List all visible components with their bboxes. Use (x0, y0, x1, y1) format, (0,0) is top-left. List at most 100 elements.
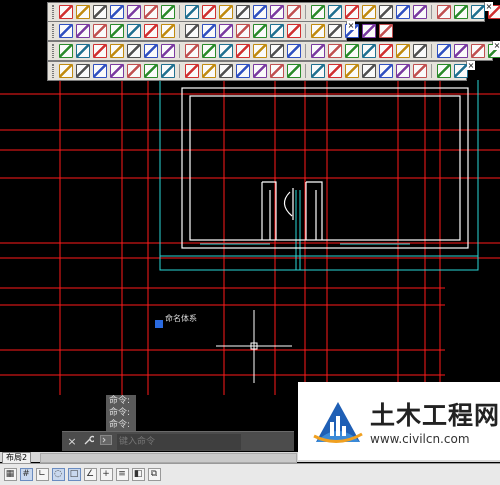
toolbar-close-button[interactable]: × (467, 61, 475, 70)
toolbar-tool-icon[interactable] (143, 64, 158, 78)
toolbar-tool-icon[interactable] (109, 64, 124, 78)
toolbar-tool-icon[interactable] (269, 5, 284, 19)
command-input[interactable] (117, 433, 241, 450)
ortho-icon[interactable]: ∟ (35, 468, 49, 481)
toolbar-tool-icon[interactable] (184, 5, 199, 19)
toolbar-tool-icon[interactable] (412, 44, 427, 58)
toolbar-tool-icon[interactable] (453, 64, 468, 78)
toolbar-tool-icon[interactable] (395, 44, 410, 58)
toolbar-tool-icon[interactable] (252, 64, 267, 78)
toolbar-tool-icon[interactable] (327, 64, 342, 78)
horizontal-scrollbar[interactable] (40, 453, 297, 463)
polar-icon[interactable]: ◌ (51, 468, 65, 481)
toolbar-tool-icon[interactable] (344, 44, 359, 58)
wrench-icon[interactable] (82, 435, 96, 448)
toolbar-tool-icon[interactable] (361, 64, 376, 78)
toolbar-tool-icon[interactable] (92, 24, 107, 38)
toolbar-tool-icon[interactable] (201, 64, 216, 78)
toolbar-tool-icon[interactable] (58, 44, 73, 58)
toolbar-tool-icon[interactable] (310, 24, 325, 38)
toolbar-tool-icon[interactable] (310, 64, 325, 78)
toolbar-tool-icon[interactable] (412, 5, 427, 19)
toolbar-tool-icon[interactable] (453, 44, 468, 58)
toolbar-tool-icon[interactable] (160, 44, 175, 58)
toolbar-close-button[interactable]: × (485, 2, 493, 11)
toolbar-tool-icon[interactable] (436, 5, 451, 19)
toolbar-tool-icon[interactable] (143, 44, 158, 58)
toolbar-tool-icon[interactable] (252, 24, 267, 38)
toolbar-tool-icon[interactable] (269, 64, 284, 78)
toolbar-tool-icon[interactable] (143, 24, 158, 38)
toolbar-tool-icon[interactable] (58, 24, 73, 38)
drawing-canvas[interactable]: 命名体系 × × × × 命令: 命令: 命令: × 布局2 ▦#∟◌□ (0, 0, 500, 485)
toolbar-tool-icon[interactable] (126, 44, 141, 58)
toolbar-tool-icon[interactable] (436, 44, 451, 58)
quick-properties-icon[interactable]: ◧ (131, 468, 145, 481)
toolbar-tool-icon[interactable] (184, 64, 199, 78)
toolbar-tool-icon[interactable] (201, 5, 216, 19)
toolbar-tool-icon[interactable] (109, 24, 124, 38)
osnap-icon[interactable]: □ (67, 468, 81, 481)
toolbar-grip[interactable] (52, 44, 54, 58)
toolbar-tool-icon[interactable] (218, 64, 233, 78)
toolbar-tool-icon[interactable] (378, 44, 393, 58)
toolbar-tool-icon[interactable] (235, 5, 250, 19)
toolbar-tool-icon[interactable] (344, 5, 359, 19)
toolbar-tool-icon[interactable] (126, 24, 141, 38)
grid-icon[interactable]: # (19, 468, 33, 481)
toolbar-tool-icon[interactable] (453, 5, 468, 19)
toolbar-tool-icon[interactable] (269, 44, 284, 58)
model-space-icon[interactable]: ≡ (115, 468, 129, 481)
toolbar-tool-icon[interactable] (286, 64, 301, 78)
toolbar-tool-icon[interactable] (109, 5, 124, 19)
toolbar-tool-icon[interactable] (218, 44, 233, 58)
selection-grip[interactable] (155, 320, 163, 328)
toolbar-tool-icon[interactable] (92, 44, 107, 58)
toolbar-tool-icon[interactable] (235, 64, 250, 78)
toolbar-tool-icon[interactable] (327, 24, 342, 38)
toolbar-tool-icon[interactable] (252, 5, 267, 19)
toolbar-tool-icon[interactable] (75, 64, 90, 78)
toolbar-tool-icon[interactable] (160, 24, 175, 38)
toolbar-tool-icon[interactable] (412, 64, 427, 78)
toolbar-tool-icon[interactable] (395, 5, 410, 19)
toolbar-tool-icon[interactable] (126, 5, 141, 19)
toolbar-tool-icon[interactable] (92, 64, 107, 78)
toolbar-tool-icon[interactable] (286, 5, 301, 19)
toolbar-tool-icon[interactable] (58, 64, 73, 78)
toolbar-tool-icon[interactable] (470, 44, 485, 58)
otrack-icon[interactable]: ∠ (83, 468, 97, 481)
toolbar-tool-icon[interactable] (361, 5, 376, 19)
toolbar-close-button[interactable]: × (347, 21, 355, 30)
toolbar-grip[interactable] (52, 64, 54, 78)
toolbar-tool-icon[interactable] (252, 44, 267, 58)
toolbar-tool-icon[interactable] (160, 5, 175, 19)
toolbar-tool-icon[interactable] (218, 24, 233, 38)
toolbar-tool-icon[interactable] (75, 44, 90, 58)
lineweight-icon[interactable]: + (99, 468, 113, 481)
toolbar-tool-icon[interactable] (327, 5, 342, 19)
toolbar-tool-icon[interactable] (92, 5, 107, 19)
toolbar-tool-icon[interactable] (75, 5, 90, 19)
toolbar-tool-icon[interactable] (327, 44, 342, 58)
toolbar-tool-icon[interactable] (184, 24, 199, 38)
toolbar-tool-icon[interactable] (58, 5, 73, 19)
toolbar-tool-icon[interactable] (378, 24, 393, 38)
toolbar-tool-icon[interactable] (310, 5, 325, 19)
selection-cycling-icon[interactable]: ⧉ (147, 468, 161, 481)
toolbar-tool-icon[interactable] (286, 44, 301, 58)
toolbar-tool-icon[interactable] (143, 5, 158, 19)
toolbar-tool-icon[interactable] (361, 44, 376, 58)
toolbar-tool-icon[interactable] (269, 24, 284, 38)
toolbar-tool-icon[interactable] (235, 44, 250, 58)
toolbar-grip[interactable] (52, 24, 54, 38)
toolbar-tool-icon[interactable] (310, 44, 325, 58)
toolbar-tool-icon[interactable] (361, 24, 376, 38)
toolbar-tool-icon[interactable] (378, 5, 393, 19)
toolbar-tool-icon[interactable] (286, 24, 301, 38)
toolbar-tool-icon[interactable] (126, 64, 141, 78)
close-icon[interactable]: × (65, 435, 79, 448)
toolbar-tool-icon[interactable] (470, 5, 485, 19)
toolbar-tool-icon[interactable] (201, 24, 216, 38)
toolbar-tool-icon[interactable] (218, 5, 233, 19)
